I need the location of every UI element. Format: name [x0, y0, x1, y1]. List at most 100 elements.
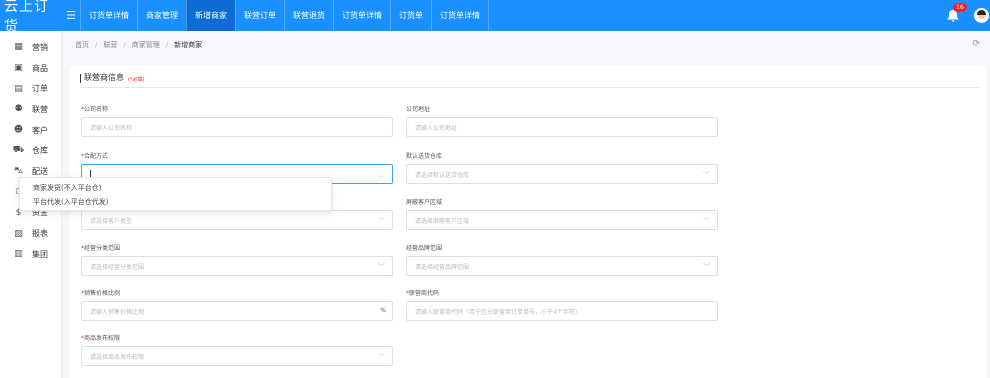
- dropdown-option-merchant-ship[interactable]: 商家发货(不入平台仓): [20, 181, 331, 195]
- publish-permission-field: *商品发布权限 请选择商品发布权限 ﹀: [81, 333, 393, 366]
- company-name-input[interactable]: 请输入公司名称: [81, 117, 393, 137]
- tab-order-detail-2[interactable]: 订货单详情: [333, 0, 390, 31]
- sidebar-item-marketing[interactable]: ▦ 营销: [0, 37, 61, 58]
- sidebar-item-joint[interactable]: ⚉ 联营: [0, 99, 61, 120]
- tab-add-merchant[interactable]: 新增商家: [186, 0, 235, 31]
- company-name-field: *公司名称 请输入公司名称: [81, 104, 393, 137]
- sidebar-item-customers[interactable]: ☻ 客户: [0, 120, 61, 141]
- brand-scope-select[interactable]: 请选择经营品牌范围 ﹀: [406, 256, 718, 276]
- tab-orders[interactable]: 订货单: [390, 0, 431, 31]
- tab-joint-returns[interactable]: 联营退货: [284, 0, 333, 31]
- section-title-bar: [80, 74, 81, 83]
- category-scope-placeholder: 请选择经营分类范围: [90, 263, 145, 271]
- chevron-up-icon[interactable]: ︿: [378, 170, 385, 180]
- breadcrumb-separator: /: [165, 40, 169, 49]
- tab-joint-orders[interactable]: 联营订单: [235, 0, 284, 31]
- breadcrumb-separator: /: [123, 40, 126, 49]
- top-right-actions: 16: [946, 0, 990, 31]
- notification-bell-icon[interactable]: 16: [946, 2, 967, 23]
- default-warehouse-placeholder: 请选择默认送货仓库: [415, 171, 470, 179]
- shield-region-field: 屏蔽客户区域 请选择屏蔽客户区域 ﹀: [406, 197, 718, 230]
- users-icon: ⚉: [14, 104, 23, 115]
- chevron-down-icon[interactable]: ﹀: [378, 352, 385, 362]
- chevron-down-icon[interactable]: ﹀: [378, 262, 385, 272]
- chevron-down-icon[interactable]: ﹀: [378, 216, 385, 226]
- default-warehouse-label: 默认送货仓库: [406, 153, 443, 160]
- shield-region-select[interactable]: 请选择屏蔽客户区域 ﹀: [406, 210, 718, 230]
- document-icon: ▤: [14, 83, 23, 94]
- partner-code-input[interactable]: 请输入联营商代码（用于区分联营商订单单号，小于4个字符）: [406, 301, 718, 321]
- sidebar-item-label: 订单: [32, 84, 48, 94]
- tab-order-detail-1[interactable]: 订货单详情: [80, 0, 137, 31]
- sidebar-item-label: 配送: [32, 166, 48, 176]
- tab-order-detail-3[interactable]: 订货单详情: [431, 0, 489, 31]
- app-logo[interactable]: 云上订货: [0, 0, 62, 35]
- chart-icon: ▨: [14, 228, 23, 239]
- sales-ratio-input[interactable]: 请输入销售价格比例 %: [81, 301, 393, 321]
- sidebar-item-label: 联营: [32, 104, 48, 114]
- shield-region-placeholder: 请选择屏蔽客户区域: [415, 217, 470, 225]
- sales-ratio-placeholder: 请输入销售价格比例: [90, 308, 145, 316]
- sidebar-item-group[interactable]: ▥ 集团: [0, 244, 61, 265]
- brand-scope-placeholder: 请选择经营品牌范围: [415, 263, 470, 271]
- chevron-down-icon[interactable]: ﹀: [703, 216, 710, 226]
- grid-icon: ▦: [14, 42, 23, 53]
- section-header: 联营商信息 (*必填): [80, 72, 144, 83]
- sidebar-item-label: 集团: [32, 249, 48, 259]
- default-warehouse-select[interactable]: 请选择默认送货仓库 ﹀: [406, 164, 718, 184]
- distribution-mode-label: 合配方式: [84, 153, 109, 160]
- sidebar-item-reports[interactable]: ▨ 报表: [0, 223, 61, 244]
- category-scope-field: *经营分类范围 请选择经营分类范围 ﹀: [81, 243, 393, 276]
- user-avatar[interactable]: [974, 8, 989, 23]
- notification-count-badge: 16: [953, 2, 967, 12]
- breadcrumb: 首页 / 联营 / 商家管理 / 新增商家 ⟳: [62, 31, 990, 58]
- page-tabs: 订货单详情 商家管理 新增商家 联营订单 联营退货 订货单详情 订货单 订货单详…: [80, 0, 489, 31]
- partner-code-field: *联营商代码 请输入联营商代码（用于区分联营商订单单号，小于4个字符）: [406, 288, 718, 321]
- distribution-mode-dropdown: 商家发货(不入平台仓) 平台代发(入平台仓代发): [19, 177, 332, 211]
- tab-merchant-management[interactable]: 商家管理: [137, 0, 186, 31]
- chevron-down-icon[interactable]: ﹀: [703, 262, 710, 272]
- sidebar-item-warehouse[interactable]: ⛟ 仓库: [0, 140, 61, 161]
- dropdown-option-platform-ship[interactable]: 平台代发(入平台仓代发): [20, 195, 331, 209]
- top-navigation-bar: 云上订货 ☰ 订货单详情 商家管理 新增商家 联营订单 联营退货 订货单详情 订…: [0, 0, 990, 35]
- breadcrumb-merchant-management[interactable]: 商家管理: [132, 40, 160, 50]
- section-title: 联营商信息: [84, 73, 124, 82]
- brand-scope-label: 经营品牌范围: [406, 245, 443, 252]
- customer-type-select[interactable]: 请选择客户类型 ﹀: [81, 210, 393, 230]
- percent-suffix: %: [380, 307, 386, 314]
- hamburger-menu-icon[interactable]: ☰: [62, 0, 80, 31]
- publish-permission-placeholder: 请选择商品发布权限: [90, 353, 145, 361]
- sidebar-item-label: 营销: [32, 42, 48, 52]
- sidebar-item-orders[interactable]: ▤ 订单: [0, 78, 61, 99]
- refresh-icon[interactable]: ⟳: [972, 39, 980, 49]
- company-name-label: 公司名称: [84, 106, 109, 113]
- company-address-label: 公司地址: [406, 106, 431, 113]
- publish-permission-label: 商品发布权限: [84, 335, 121, 342]
- company-address-input[interactable]: 请输入公司地址: [406, 117, 718, 137]
- breadcrumb-home[interactable]: 首页: [75, 40, 89, 50]
- company-address-field: 公司地址 请输入公司地址: [406, 104, 718, 137]
- truck-icon: ⛟: [12, 145, 25, 156]
- customer-type-placeholder: 请选择客户类型: [90, 217, 133, 225]
- breadcrumb-separator: /: [95, 40, 98, 49]
- building-icon: ▥: [14, 249, 23, 260]
- chevron-down-icon[interactable]: ﹀: [703, 170, 710, 180]
- sidebar-item-label: 报表: [32, 229, 48, 239]
- partner-code-label: 联营商代码: [409, 290, 440, 297]
- shield-region-label: 屏蔽客户区域: [406, 199, 443, 206]
- category-scope-select[interactable]: 请选择经营分类范围 ﹀: [81, 256, 393, 276]
- publish-permission-select[interactable]: 请选择商品发布权限 ﹀: [81, 346, 393, 366]
- brand-scope-field: 经营品牌范围 请选择经营品牌范围 ﹀: [406, 243, 718, 276]
- user-icon: ☻: [13, 125, 24, 136]
- sales-ratio-field: *销售价格比例 请输入销售价格比例 %: [81, 288, 393, 321]
- sidebar-item-products[interactable]: ▣ 商品: [0, 58, 61, 79]
- category-scope-label: 经营分类范围: [84, 245, 121, 252]
- form-panel: 联营商信息 (*必填) *公司名称 请输入公司名称 公司地址 请输入公司地址 *…: [70, 66, 986, 378]
- main-content: 联营商信息 (*必填) *公司名称 请输入公司名称 公司地址 请输入公司地址 *…: [62, 58, 990, 378]
- breadcrumb-joint[interactable]: 联营: [103, 40, 117, 50]
- sales-ratio-label: 销售价格比例: [84, 290, 121, 297]
- sidebar-item-label: 商品: [32, 63, 48, 73]
- sidebar-item-label: 仓库: [32, 146, 48, 156]
- required-note: (*必填): [128, 77, 145, 83]
- sidebar-item-label: 客户: [32, 125, 48, 135]
